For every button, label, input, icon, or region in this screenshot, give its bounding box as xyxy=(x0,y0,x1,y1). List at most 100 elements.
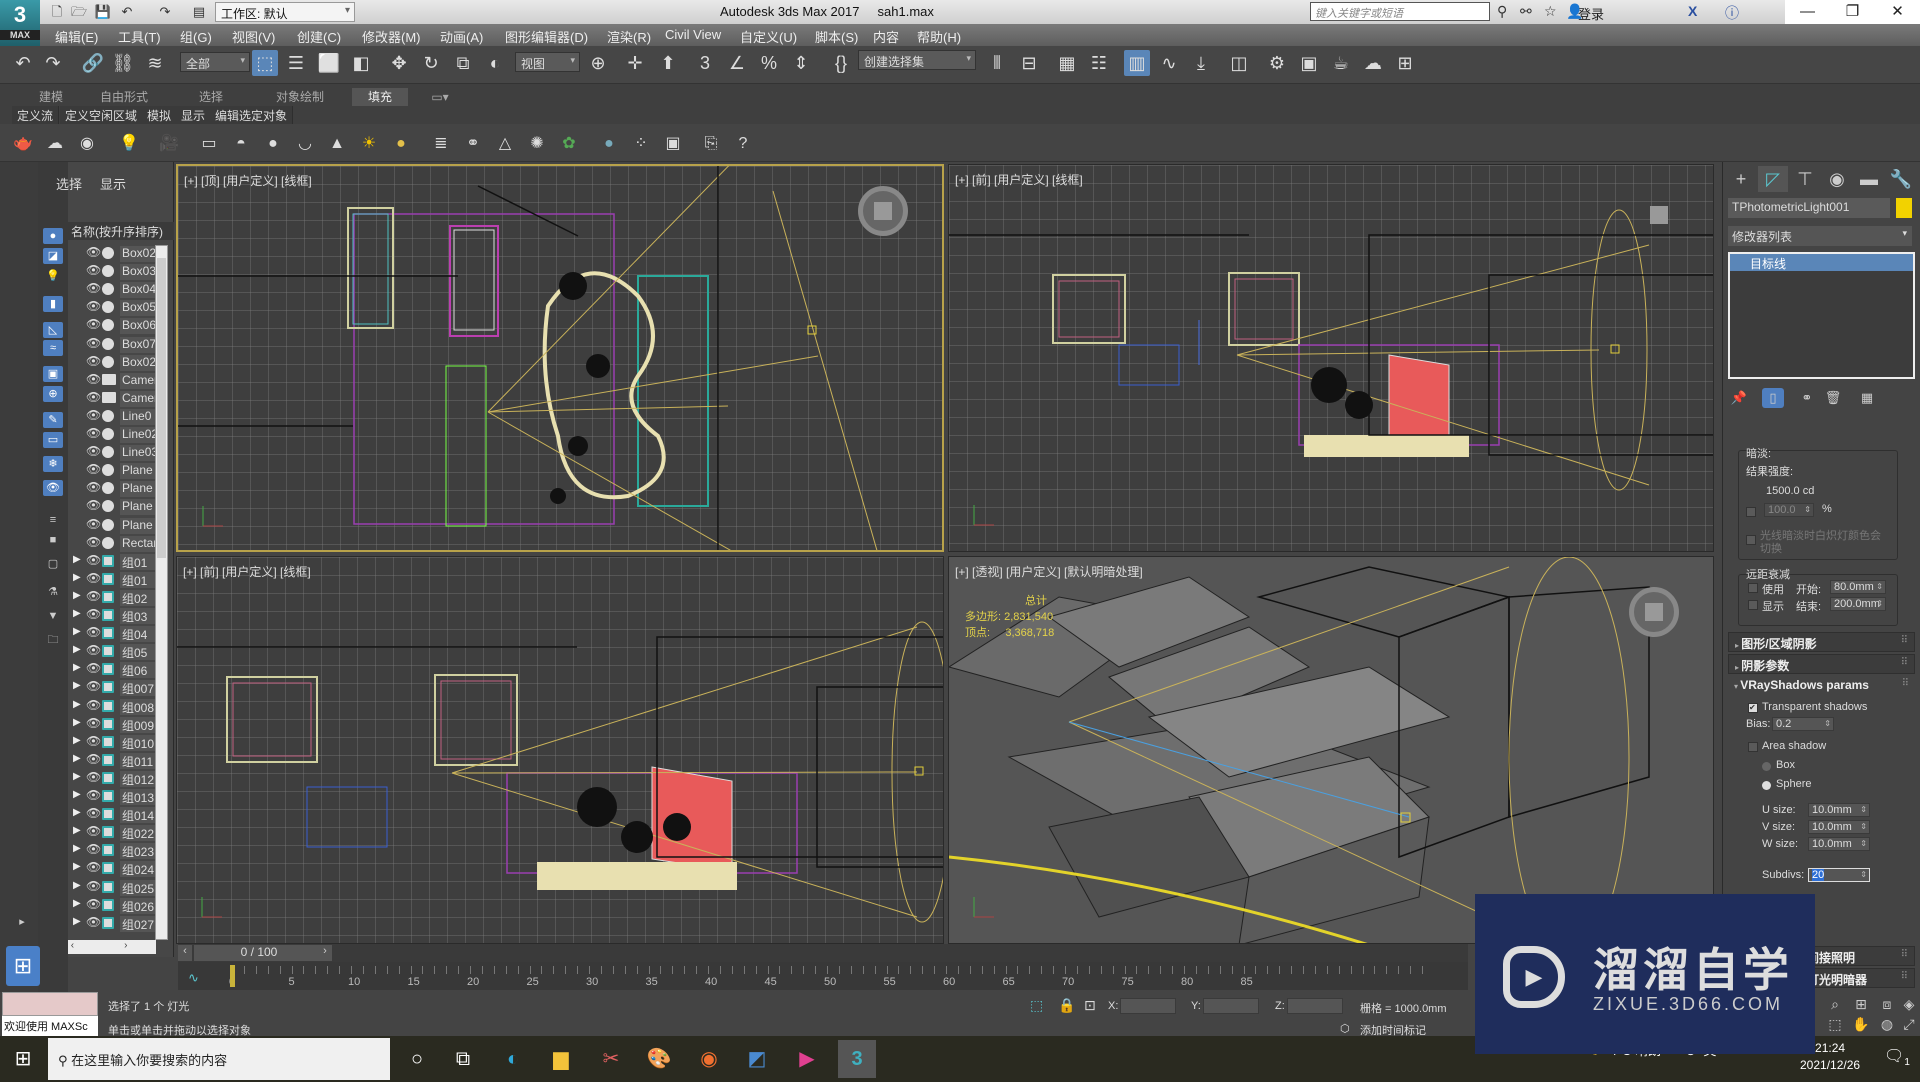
create-tab-icon[interactable]: + xyxy=(1726,166,1756,192)
proxy-icon[interactable]: ⚭ xyxy=(462,133,484,155)
isolate-selection-icon[interactable]: ⬚ xyxy=(1030,997,1043,1014)
explorer-row[interactable]: 👁 Plane xyxy=(68,462,166,480)
visibility-eye-icon[interactable]: 👁 xyxy=(86,245,101,259)
explorer-row[interactable]: 👁 Box02 xyxy=(68,354,166,372)
view-cube[interactable] xyxy=(1629,587,1679,637)
modifier-stack[interactable]: 目标线 xyxy=(1728,252,1915,379)
explorer-row[interactable]: ▶ 👁 组027 xyxy=(68,915,166,933)
visibility-eye-icon[interactable]: 👁 xyxy=(86,263,101,277)
visibility-eye-icon[interactable]: 👁 xyxy=(86,553,101,567)
visibility-eye-icon[interactable]: 👁 xyxy=(86,842,101,856)
menu-group[interactable]: 组(G) xyxy=(180,27,212,46)
modifier-list-dropdown[interactable]: 修改器列表 ▾ xyxy=(1728,226,1912,246)
visibility-eye-icon[interactable]: 👁 xyxy=(86,860,101,874)
viewport-label-top[interactable]: [+] [顶] [用户定义] [线框] xyxy=(184,172,312,189)
explorer-row[interactable]: ▶ 👁 组022 xyxy=(68,824,166,842)
ribbon-tab-selection[interactable]: 选择 xyxy=(188,88,234,106)
visibility-eye-icon[interactable]: 👁 xyxy=(86,480,101,494)
explorer-row[interactable]: ▶ 👁 组01 xyxy=(68,571,166,589)
close-button[interactable]: ✕ xyxy=(1875,0,1920,24)
explorer-row[interactable]: ▶ 👁 组013 xyxy=(68,788,166,806)
menu-create[interactable]: 创建(C) xyxy=(297,27,341,46)
explorer-row[interactable]: ▶ 👁 组009 xyxy=(68,716,166,734)
visibility-eye-icon[interactable]: 👁 xyxy=(86,806,101,820)
explorer-tab-display[interactable]: 显示 xyxy=(100,174,126,193)
expand-icon[interactable]: ▶ xyxy=(73,680,81,691)
orbit-icon[interactable]: ◍ xyxy=(1876,1016,1898,1036)
visibility-eye-icon[interactable]: 👁 xyxy=(86,879,101,893)
spinner-snap-icon[interactable]: ⇕ xyxy=(788,50,814,76)
explorer-row[interactable]: 👁 Camera xyxy=(68,372,166,390)
viewport-perspective[interactable]: [+] [透视] [用户定义] [默认明暗处理] 总计 多边形: 2,831,5… xyxy=(948,556,1714,944)
place-icon[interactable]: ◐ xyxy=(482,50,508,76)
curve-editor-mini-icon[interactable]: ∿ xyxy=(188,970,199,986)
view-cube[interactable] xyxy=(1639,195,1689,245)
object-color-swatch[interactable] xyxy=(1896,198,1912,218)
visibility-eye-icon[interactable]: 👁 xyxy=(86,625,101,639)
rollout-shape-area-shadows[interactable]: ▸ 图形/区域阴影 ⠿ xyxy=(1728,632,1915,652)
menu-rendering[interactable]: 渲染(R) xyxy=(607,27,651,46)
menu-customize[interactable]: 自定义(U) xyxy=(740,27,797,46)
expand-icon[interactable]: ▶ xyxy=(73,590,81,601)
cortana-icon[interactable]: ○ xyxy=(398,1040,436,1078)
explorer-row[interactable]: 👁 Line02 xyxy=(68,426,166,444)
explorer-row[interactable]: ▶ 👁 组012 xyxy=(68,770,166,788)
bowl-icon[interactable]: ◡ xyxy=(294,133,316,155)
bind-spacewarp-icon[interactable]: ≋ xyxy=(142,50,168,76)
explorer-row[interactable]: 👁 Box02 xyxy=(68,245,166,263)
maximize-viewport-icon[interactable]: ⤢ xyxy=(1898,1016,1920,1036)
expand-icon[interactable]: ▶ xyxy=(73,898,81,909)
motion-tab-icon[interactable]: ◉ xyxy=(1822,166,1852,192)
material-browser-icon[interactable]: ⁘ xyxy=(630,133,652,155)
explorer-row[interactable]: 👁 Camera xyxy=(68,390,166,408)
recorder-icon[interactable]: ▶ xyxy=(788,1040,826,1078)
explorer-row[interactable]: 👁 Line03 xyxy=(68,444,166,462)
visibility-eye-icon[interactable]: 👁 xyxy=(86,390,101,404)
filter-spacewarps-icon[interactable]: ≈ xyxy=(43,340,63,356)
a360-gallery-icon[interactable]: ⊞ xyxy=(1392,50,1418,76)
expand-icon[interactable]: ▶ xyxy=(73,880,81,891)
make-unique-icon[interactable]: ⚭ xyxy=(1796,388,1818,408)
frame-buffer-icon[interactable]: ▣ xyxy=(662,133,684,155)
zoom-all-icon[interactable]: ⊞ xyxy=(1850,996,1872,1016)
explorer-row[interactable]: ▶ 👁 组014 xyxy=(68,806,166,824)
display-all-icon[interactable]: ≡ xyxy=(43,512,63,528)
explorer-row[interactable]: 👁 Plane xyxy=(68,480,166,498)
visibility-eye-icon[interactable]: 👁 xyxy=(86,426,101,440)
menu-animation[interactable]: 动画(A) xyxy=(440,27,483,46)
visibility-eye-icon[interactable]: 👁 xyxy=(86,752,101,766)
y-coordinate-field[interactable] xyxy=(1203,998,1259,1014)
visibility-eye-icon[interactable]: 👁 xyxy=(86,824,101,838)
file-explorer-icon[interactable]: ▆ xyxy=(542,1040,580,1078)
visibility-eye-icon[interactable]: 👁 xyxy=(86,643,101,657)
visibility-eye-icon[interactable]: 👁 xyxy=(86,661,101,675)
display-none-icon[interactable]: ■ xyxy=(43,532,63,548)
teapot-icon[interactable]: 🫖 xyxy=(12,133,34,155)
hemisphere-icon[interactable]: ◓ xyxy=(230,133,252,155)
w-size-spinner[interactable]: 10.0mm ⇕ xyxy=(1808,837,1870,851)
far-use-checkbox[interactable] xyxy=(1748,583,1758,593)
camera-icon[interactable]: 🎥 xyxy=(158,133,180,155)
windows-start-icon[interactable]: ⊞ xyxy=(0,1036,46,1082)
drawing-app-icon[interactable]: ◩ xyxy=(738,1040,776,1078)
ribbon-tab-populate[interactable]: 填充 xyxy=(352,88,408,106)
explorer-row[interactable]: ▶ 👁 组026 xyxy=(68,897,166,915)
ribbon-toggle-icon[interactable]: ☷ xyxy=(1086,50,1112,76)
explorer-hscrollbar[interactable]: ‹ › xyxy=(68,940,156,954)
v-size-spinner[interactable]: 10.0mm ⇕ xyxy=(1808,820,1870,834)
dome-light-icon[interactable]: ● xyxy=(390,133,412,155)
far-show-checkbox[interactable] xyxy=(1748,600,1758,610)
open-file-icon[interactable]: 🗁 xyxy=(70,3,88,21)
select-by-name-icon[interactable]: ☰ xyxy=(283,50,309,76)
expand-icon[interactable]: ▶ xyxy=(73,789,81,800)
visibility-eye-icon[interactable]: 👁 xyxy=(86,607,101,621)
pin-stack-icon[interactable]: 📌 xyxy=(1728,388,1750,408)
zoom-region-icon[interactable]: ⬚ xyxy=(1824,1016,1846,1036)
explorer-row[interactable]: ▶ 👁 组007 xyxy=(68,679,166,697)
visibility-eye-icon[interactable]: 👁 xyxy=(86,336,101,350)
explorer-row[interactable]: 👁 Plane xyxy=(68,517,166,535)
explorer-row[interactable]: ▶ 👁 组01 xyxy=(68,553,166,571)
visibility-eye-icon[interactable]: 👁 xyxy=(86,299,101,313)
explorer-tab-select[interactable]: 选择 xyxy=(56,174,82,193)
x-coordinate-field[interactable] xyxy=(1120,998,1176,1014)
